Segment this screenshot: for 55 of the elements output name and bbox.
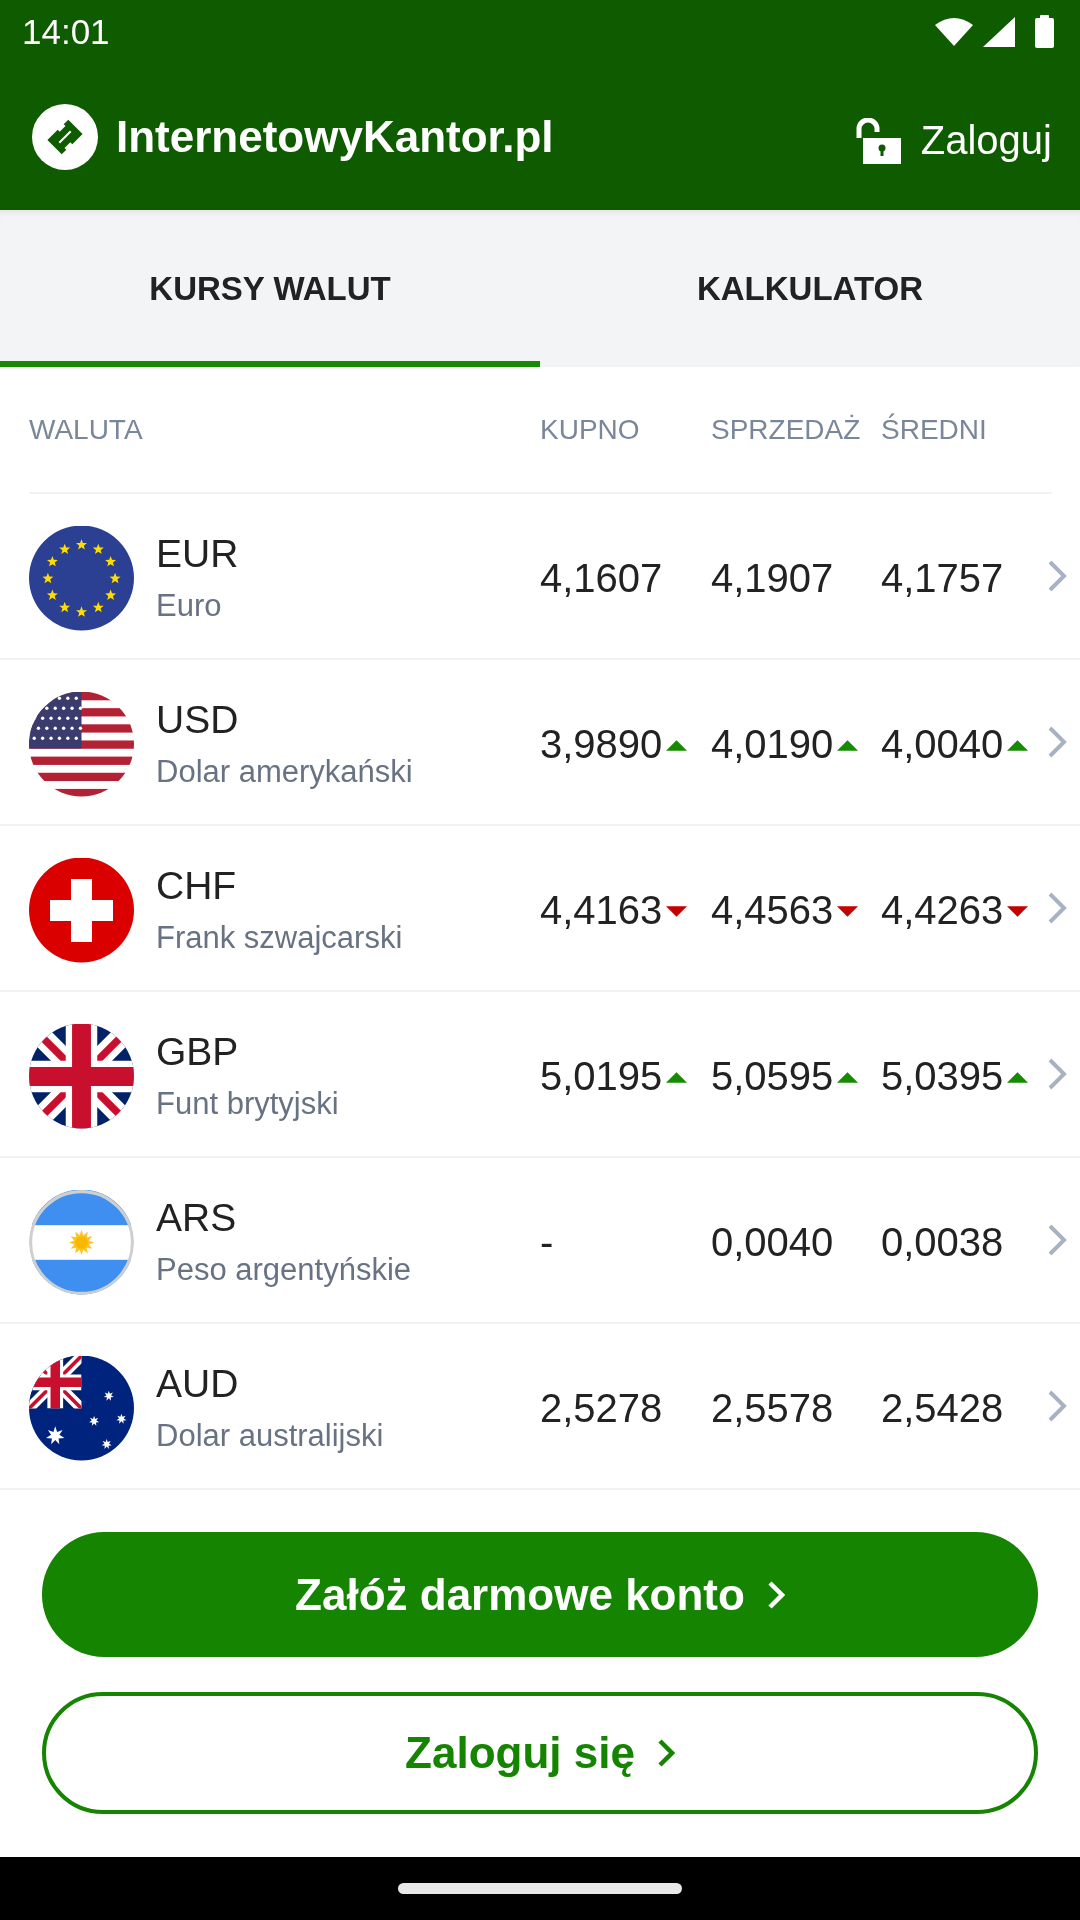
column-header: KUPNO [540,413,641,446]
currency-code: ARS [156,1196,238,1240]
currency-name: Dolar australijski [156,1418,384,1454]
rate-value: 4,1757 [881,555,1004,601]
rate-value: 4,0040 [881,721,1004,767]
currency-code: CHF [156,864,238,908]
rate-value: 0,0040 [711,1219,834,1265]
chevron-right-icon[interactable] [1047,1389,1067,1423]
us-flag-icon [29,691,134,797]
rate-value: 4,1907 [711,555,834,601]
currency-code: AUD [156,1362,240,1406]
chevron-right-icon [656,1738,675,1768]
currency-name: Euro [156,588,223,624]
signal-icon [983,16,1015,47]
status-time: 14:01 [22,11,110,52]
chevron-right-icon [766,1579,785,1610]
rate-value: 2,5278 [540,1385,663,1431]
tab[interactable]: KALKULATOR [540,210,1080,367]
logo-icon [32,103,98,170]
currency-code: USD [156,698,240,742]
login-button[interactable]: Zaloguj się [42,1692,1038,1814]
rate-value: 2,5578 [711,1385,834,1431]
argentina-flag-icon [29,1189,134,1295]
wifi-icon [935,17,973,46]
column-header: SPRZEDAŻ [711,413,862,446]
rate-value: 3,9890 [540,721,663,767]
rate-value: 4,4163 [540,887,663,933]
rate-value: 5,0395 [881,1053,1004,1099]
rate-value: 0,0038 [881,1219,1004,1265]
rate-value: 2,5428 [881,1385,1004,1431]
rate-value: 4,4263 [881,887,1004,933]
login-button[interactable]: Zaloguj [852,117,1052,164]
currency-name: Frank szwajcarski [156,920,403,956]
app-logo-text: InternetowyKantor.pl [116,111,554,162]
rate-value: 4,4563 [711,887,834,933]
currency-name: Dolar amerykański [156,754,413,790]
battery-icon [1035,15,1054,48]
currency-name: Peso argentyńskie [156,1252,412,1288]
currency-code: EUR [156,532,239,576]
rate-value: 5,0195 [540,1053,663,1099]
rate-value: - [540,1219,554,1265]
chevron-right-icon[interactable] [1047,1223,1067,1257]
currency-name: Funt brytyjski [156,1086,339,1122]
column-header: WALUTA [29,413,144,446]
create-account-button[interactable]: Załóż darmowe konto [42,1532,1038,1657]
rate-value: 4,1607 [540,555,663,601]
chevron-right-icon[interactable] [1047,1057,1067,1091]
rate-value: 5,0595 [711,1053,834,1099]
currency-code: GBP [156,1030,240,1074]
chevron-right-icon[interactable] [1047,725,1067,759]
rate-value: 4,0190 [711,721,834,767]
chevron-right-icon[interactable] [1047,891,1067,925]
column-header: ŚREDNI [881,413,988,446]
chevron-right-icon[interactable] [1047,559,1067,593]
tab[interactable]: KURSY WALUT [0,210,540,367]
